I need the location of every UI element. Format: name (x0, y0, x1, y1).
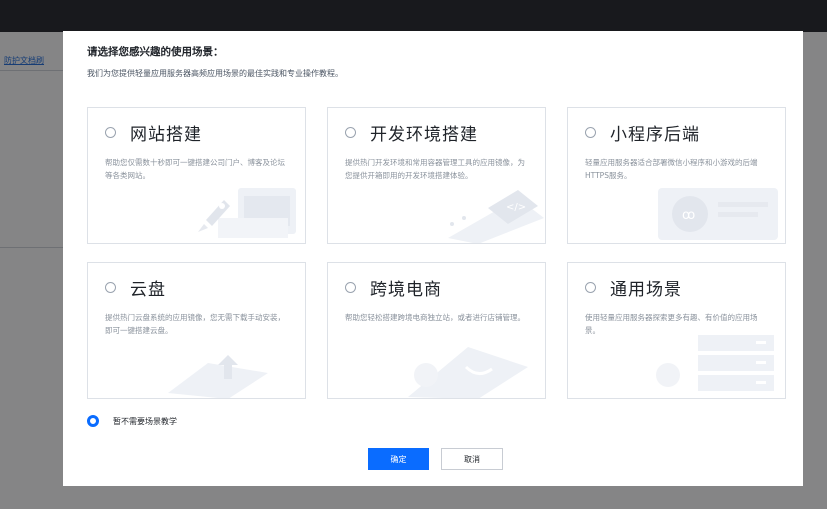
rocket-browser-icon (198, 188, 296, 238)
card-title: 网站搭建 (130, 125, 202, 145)
scenario-card-website[interactable]: 网站搭建 帮助您仅需数十秒即可一键搭建公司门户、博客及论坛等各类网站。 (87, 107, 306, 244)
confirm-button[interactable]: 确定 (368, 448, 429, 470)
card-description: 帮助您轻松搭建跨境电商独立站，或者进行店铺管理。 (345, 313, 525, 322)
no-scenario-option[interactable]: 暂不需要场景教学 (87, 415, 177, 427)
radio-button[interactable] (105, 127, 116, 138)
server-stack-icon (656, 335, 774, 391)
scenario-card-cross-border-ecommerce[interactable]: 跨境电商 帮助您轻松搭建跨境电商独立站，或者进行店铺管理。 (327, 262, 546, 399)
code-window-icon: </> (448, 190, 544, 243)
radio-button-selected[interactable] (87, 415, 99, 427)
radio-button[interactable] (585, 127, 596, 138)
card-title: 开发环境搭建 (370, 125, 478, 145)
radio-button[interactable] (345, 127, 356, 138)
card-title: 云盘 (130, 280, 166, 300)
scenario-dialog: 请选择您感兴趣的使用场景： 我们为您提供轻量应用服务器高频应用场景的最佳实践和专… (63, 31, 803, 486)
scenario-grid: 网站搭建 帮助您仅需数十秒即可一键搭建公司门户、博客及论坛等各类网站。 开发环境… (87, 107, 786, 399)
radio-button[interactable] (585, 282, 596, 293)
scenario-card-general[interactable]: 通用场景 使用轻量应用服务器探索更多有趣、有价值的应用场景。 (567, 262, 786, 399)
card-title: 小程序后端 (610, 125, 700, 145)
card-title: 跨境电商 (370, 280, 442, 300)
scenario-card-dev-environment[interactable]: 开发环境搭建 提供热门开发环境和常用容器管理工具的应用镜像，为您提供开箱即用的开… (327, 107, 546, 244)
dialog-title: 请选择您感兴趣的使用场景： (87, 46, 224, 58)
card-description: 提供热门云盘系统的应用镜像，您无需下载手动安装，即可一键搭建云盘。 (105, 313, 285, 335)
scenario-card-cloud-disk[interactable]: 云盘 提供热门云盘系统的应用镜像，您无需下载手动安装，即可一键搭建云盘。 (87, 262, 306, 399)
shopping-bag-icon (408, 347, 528, 398)
card-title: 通用场景 (610, 280, 682, 300)
card-description: 帮助您仅需数十秒即可一键搭建公司门户、博客及论坛等各类网站。 (105, 158, 285, 180)
no-scenario-label: 暂不需要场景教学 (113, 416, 177, 426)
cancel-button[interactable]: 取消 (441, 448, 503, 470)
svg-text:</>: </> (506, 202, 526, 213)
svg-text:ꝏ: ꝏ (682, 208, 695, 223)
radio-button[interactable] (105, 282, 116, 293)
radio-button[interactable] (345, 282, 356, 293)
dialog-subtitle: 我们为您提供轻量应用服务器高频应用场景的最佳实践和专业操作教程。 (87, 69, 343, 78)
cloud-upload-icon (168, 355, 268, 398)
miniprogram-icon: ꝏ (658, 188, 778, 240)
scenario-card-miniprogram[interactable]: 小程序后端 轻量应用服务器适合部署微信小程序和小游戏的后端HTTPS服务。 ꝏ (567, 107, 786, 244)
